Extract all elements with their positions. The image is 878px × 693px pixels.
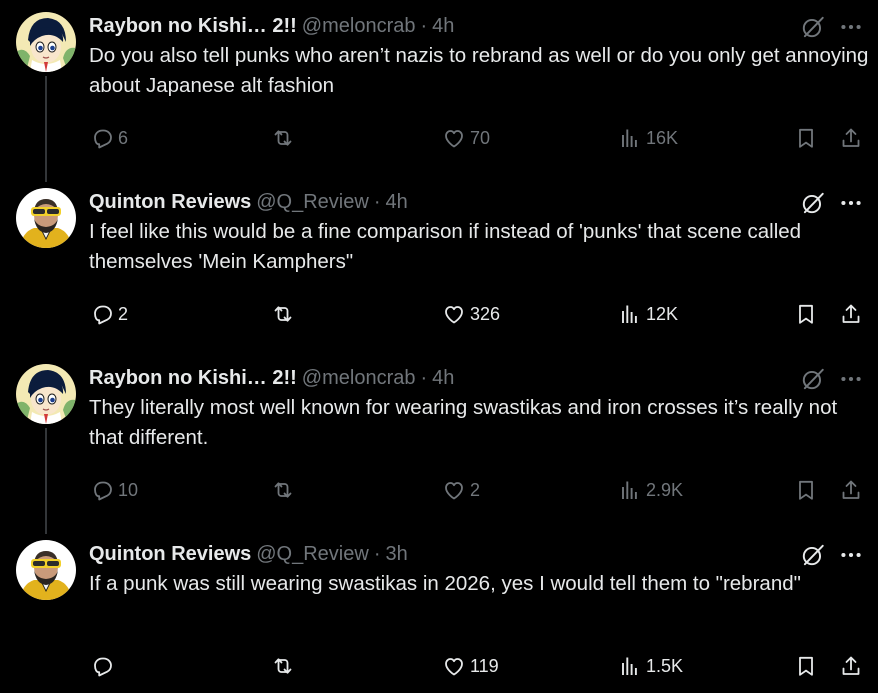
share-icon <box>839 302 863 326</box>
views-count: 2.9K <box>646 479 684 500</box>
like-count: 119 <box>470 655 499 676</box>
bookmark-button[interactable] <box>794 651 818 681</box>
more-icon[interactable] <box>838 190 864 216</box>
avatar[interactable] <box>16 540 76 600</box>
views-icon <box>618 126 642 150</box>
user-handle[interactable]: @Q_Review <box>256 543 369 566</box>
more-icon[interactable] <box>838 542 864 568</box>
repost-icon <box>271 478 295 502</box>
share-button[interactable] <box>839 651 863 681</box>
reply-button[interactable] <box>90 651 118 681</box>
tweet-text: Do you also tell punks who aren’t nazis … <box>89 44 869 97</box>
reply-button[interactable]: 6 <box>90 123 128 153</box>
reply-icon <box>90 654 114 678</box>
tweet[interactable]: Quinton Reviews @Q_Review · 3h If a punk… <box>0 540 878 693</box>
views-count: 12K <box>646 303 679 324</box>
separator-dot: · <box>373 190 381 213</box>
display-name[interactable]: Quinton Reviews <box>89 191 251 214</box>
tweet-text: I feel like this would be a fine compari… <box>89 220 802 273</box>
bookmark-icon <box>794 478 818 502</box>
repost-button[interactable] <box>271 299 299 329</box>
avatar[interactable] <box>16 188 76 248</box>
avatar[interactable] <box>16 364 76 424</box>
grok-icon[interactable] <box>800 366 826 392</box>
avatar[interactable] <box>16 12 76 72</box>
views-button[interactable]: 2.9K <box>618 475 683 505</box>
views-button[interactable]: 1.5K <box>618 651 683 681</box>
repost-button[interactable] <box>271 651 299 681</box>
separator-dot: · <box>373 542 381 565</box>
bookmark-button[interactable] <box>794 123 818 153</box>
repost-icon <box>271 302 295 326</box>
bookmark-icon <box>794 126 818 150</box>
timestamp[interactable]: 3h <box>385 543 407 566</box>
like-button[interactable]: 119 <box>442 651 499 681</box>
tweet[interactable]: Raybon no Kishi… 2!! @meloncrab · 4h The… <box>0 364 878 528</box>
bookmark-icon <box>794 654 818 678</box>
tweet-text: If a punk was still wearing swastikas in… <box>89 572 801 595</box>
like-button[interactable]: 70 <box>442 123 490 153</box>
share-button[interactable] <box>839 299 863 329</box>
grok-icon[interactable] <box>800 542 826 568</box>
like-count: 70 <box>470 127 491 148</box>
display-name[interactable]: Raybon no Kishi… 2!! <box>89 367 297 390</box>
separator-dot: · <box>420 14 428 37</box>
tweet-header: Quinton Reviews @Q_Review · 4h <box>89 188 408 216</box>
like-icon <box>442 654 466 678</box>
repost-button[interactable] <box>271 475 299 505</box>
like-icon <box>442 126 466 150</box>
repost-icon <box>271 126 295 150</box>
views-button[interactable]: 12K <box>618 299 678 329</box>
user-handle[interactable]: @meloncrab <box>302 15 416 38</box>
reply-count: 6 <box>118 127 129 148</box>
views-count: 16K <box>646 127 679 148</box>
timestamp[interactable]: 4h <box>432 15 454 38</box>
repost-button[interactable] <box>271 123 299 153</box>
grok-icon[interactable] <box>800 190 826 216</box>
display-name[interactable]: Quinton Reviews <box>89 543 251 566</box>
share-icon <box>839 126 863 150</box>
tweet-text: They literally most well known for weari… <box>89 396 838 449</box>
display-name[interactable]: Raybon no Kishi… 2!! <box>89 15 297 38</box>
tweet[interactable]: Quinton Reviews @Q_Review · 4h I feel li… <box>0 188 878 352</box>
tweet-header: Raybon no Kishi… 2!! @meloncrab · 4h <box>89 12 454 40</box>
like-button[interactable]: 2 <box>442 475 480 505</box>
share-icon <box>839 478 863 502</box>
share-button[interactable] <box>839 123 863 153</box>
views-icon <box>618 302 642 326</box>
timestamp[interactable]: 4h <box>385 191 407 214</box>
more-icon[interactable] <box>838 14 864 40</box>
like-count: 326 <box>470 303 501 324</box>
views-count: 1.5K <box>646 655 684 676</box>
bookmark-icon <box>794 302 818 326</box>
views-button[interactable]: 16K <box>618 123 678 153</box>
timestamp[interactable]: 4h <box>432 367 454 390</box>
more-icon[interactable] <box>838 366 864 392</box>
bookmark-button[interactable] <box>794 475 818 505</box>
reply-icon <box>90 478 114 502</box>
bookmark-button[interactable] <box>794 299 818 329</box>
reply-count: 2 <box>118 303 129 324</box>
tweet-header: Quinton Reviews @Q_Review · 3h <box>89 540 408 568</box>
share-icon <box>839 654 863 678</box>
tweet[interactable]: Raybon no Kishi… 2!! @meloncrab · 4h Do … <box>0 12 878 176</box>
reply-count: 10 <box>118 479 139 500</box>
like-icon <box>442 478 466 502</box>
views-icon <box>618 478 642 502</box>
tweet-header: Raybon no Kishi… 2!! @meloncrab · 4h <box>89 364 454 392</box>
like-count: 2 <box>470 479 481 500</box>
views-icon <box>618 654 642 678</box>
separator-dot: · <box>420 366 428 389</box>
reply-button[interactable]: 10 <box>90 475 138 505</box>
reply-button[interactable]: 2 <box>90 299 128 329</box>
user-handle[interactable]: @meloncrab <box>302 367 416 390</box>
reply-icon <box>90 126 114 150</box>
grok-icon[interactable] <box>800 14 826 40</box>
user-handle[interactable]: @Q_Review <box>256 191 369 214</box>
like-icon <box>442 302 466 326</box>
reply-icon <box>90 302 114 326</box>
like-button[interactable]: 326 <box>442 299 500 329</box>
repost-icon <box>271 654 295 678</box>
share-button[interactable] <box>839 475 863 505</box>
